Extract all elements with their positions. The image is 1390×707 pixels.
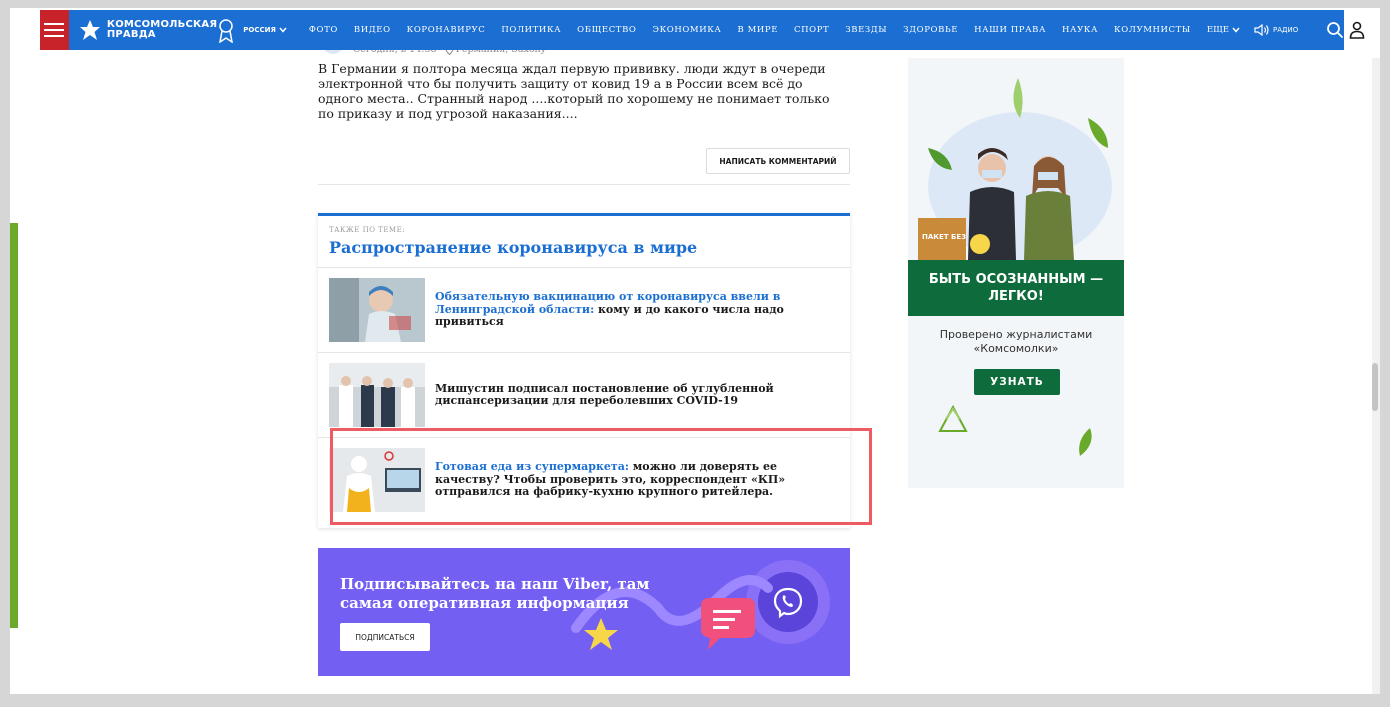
page: Сегодня, в 14:58 Германия, Saxony В Герм… — [10, 8, 1380, 694]
radio-button[interactable]: РАДИО — [1254, 24, 1298, 36]
related-title[interactable]: Распространение коронавируса в мире — [329, 238, 850, 257]
site-logo[interactable]: КОМСОМОЛЬСКАЯ ПРАВДА — [69, 10, 217, 50]
related-kicker: ТАКЖЕ ПО ТЕМЕ: — [329, 226, 406, 234]
chevron-down-icon — [279, 27, 287, 33]
menu-item[interactable]: КОРОНАВИРУС — [399, 25, 494, 35]
scrollbar-thumb[interactable] — [1372, 363, 1378, 411]
radio-label: РАДИО — [1273, 26, 1299, 34]
viber-icon — [773, 587, 803, 619]
search-button[interactable] — [1326, 10, 1344, 50]
star-logo-icon — [79, 20, 100, 40]
page-scrollbar[interactable] — [1372, 58, 1380, 694]
divider — [318, 184, 850, 185]
menu-item[interactable]: ВИДЕО — [346, 25, 399, 35]
ad-banner[interactable]: ПАКЕТ БЕЗ БЫТЬ ОСОЗНАННЫМ — ЛЕГКО! Прове… — [908, 58, 1124, 488]
speaker-icon — [1254, 24, 1269, 36]
viber-promo: Подписывайтесь на наш Viber, там самая о… — [318, 548, 850, 676]
search-icon — [1327, 22, 1344, 38]
ad-learn-button[interactable]: УЗНАТЬ — [974, 369, 1060, 395]
hamburger-menu-button[interactable] — [40, 10, 69, 50]
user-account-button[interactable] — [1344, 10, 1370, 50]
comment: Сегодня, в 14:58 Германия, Saxony В Герм… — [318, 32, 850, 121]
related-item[interactable]: Обязательную вакцинацию от коронавируса … — [318, 267, 850, 352]
related-item-thumbnail[interactable] — [329, 278, 425, 342]
menu-item[interactable]: ОБЩЕСТВО — [569, 25, 644, 35]
region-selector[interactable]: РОССИЯ — [243, 26, 287, 34]
menu-item[interactable]: ФОТО — [301, 25, 346, 35]
user-icon — [1349, 21, 1365, 39]
ad-bag-text: ПАКЕТ БЕЗ — [922, 233, 967, 241]
menu-item[interactable]: НАУКА — [1054, 25, 1106, 35]
subscribe-button[interactable]: ПОДПИСАТЬСЯ — [340, 623, 430, 651]
related-item-thumbnail[interactable] — [329, 363, 425, 427]
related-item[interactable]: Мишустин подписал постановление об углуб… — [318, 352, 850, 437]
more-label: ЕЩЕ — [1206, 25, 1229, 35]
menu-item[interactable]: ЗДОРОВЬЕ — [895, 25, 966, 35]
menu-item[interactable]: В МИРЕ — [729, 25, 786, 35]
medal-icon — [217, 10, 235, 50]
related-item-text: Мишустин подписал постановление об углуб… — [435, 381, 774, 407]
menu-item[interactable]: ЗВЕЗДЫ — [837, 25, 895, 35]
ad-illustration — [908, 58, 1124, 260]
menu-item[interactable]: НАШИ ПРАВА — [966, 25, 1054, 35]
write-comment-button[interactable]: НАПИСАТЬ КОММЕНТАРИЙ — [706, 148, 850, 174]
ad-headline: БЫТЬ ОСОЗНАННЫМ — ЛЕГКО! — [908, 260, 1124, 316]
logo-line: ПРАВДА — [106, 29, 156, 40]
recycle-icon — [938, 404, 968, 432]
more-menu-button[interactable]: ЕЩЕ — [1207, 25, 1240, 35]
related-item-headline[interactable]: Обязательную вакцинацию от коронавируса … — [435, 291, 840, 329]
highlight-box — [330, 428, 872, 525]
menu-item[interactable]: ЭКОНОМИКА — [644, 25, 729, 35]
menu-item[interactable]: КОЛУМНИСТЫ — [1106, 25, 1199, 35]
top-navigation: КОМСОМОЛЬСКАЯ ПРАВДА РОССИЯ ФОТО ВИДЕО К… — [40, 10, 1370, 50]
left-side-stripe — [10, 223, 18, 628]
logo-text: КОМСОМОЛЬСКАЯ ПРАВДА — [107, 20, 217, 40]
menu-item[interactable]: СПОРТ — [786, 25, 837, 35]
ad-subtext: Проверено журналистами «Комсомолки» — [939, 328, 1093, 355]
chevron-down-icon — [1232, 27, 1240, 33]
menu-item[interactable]: ПОЛИТИКА — [493, 25, 569, 35]
region-label: РОССИЯ — [243, 26, 276, 34]
comment-text: В Германии я полтора месяца ждал первую … — [318, 61, 830, 121]
main-menu: ФОТО ВИДЕО КОРОНАВИРУС ПОЛИТИКА ОБЩЕСТВО… — [301, 25, 1199, 35]
related-item-headline[interactable]: Мишустин подписал постановление об углуб… — [435, 381, 840, 408]
viber-promo-text: Подписывайтесь на наш Viber, там самая о… — [340, 575, 650, 612]
leaf-icon — [1079, 428, 1092, 456]
